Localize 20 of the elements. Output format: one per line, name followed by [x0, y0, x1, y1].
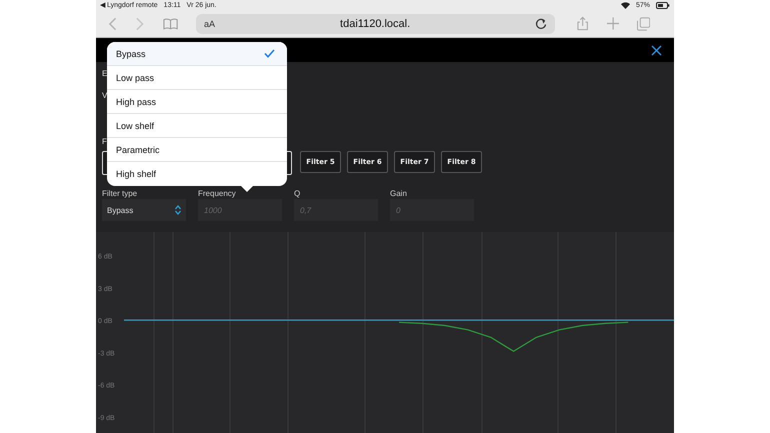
- input-field[interactable]: 0,7: [294, 199, 378, 221]
- input-field[interactable]: 1000: [198, 199, 282, 221]
- section-label: E: [102, 69, 108, 79]
- field-label: Frequency: [198, 189, 237, 199]
- menu-option[interactable]: High shelf: [107, 162, 287, 186]
- menu-option[interactable]: Parametric: [107, 138, 287, 162]
- menu-option[interactable]: Low pass: [107, 66, 287, 90]
- section-label: V: [102, 91, 108, 101]
- section-label: F: [102, 137, 107, 147]
- input-field[interactable]: 0: [390, 199, 474, 221]
- menu-option[interactable]: Bypass: [107, 42, 287, 66]
- field-label: Gain: [390, 189, 408, 199]
- text-size-button[interactable]: aA: [204, 18, 215, 28]
- menu-option[interactable]: Low shelf: [107, 114, 287, 138]
- address-bar[interactable]: aA tdai1120.local.: [196, 14, 556, 34]
- filter-type-select[interactable]: Bypass: [102, 199, 186, 221]
- field-label: Q: [294, 189, 302, 199]
- field-label: Filter type: [102, 189, 138, 199]
- menu-option[interactable]: High pass: [107, 90, 287, 114]
- url-text: tdai1120.local.: [339, 18, 412, 30]
